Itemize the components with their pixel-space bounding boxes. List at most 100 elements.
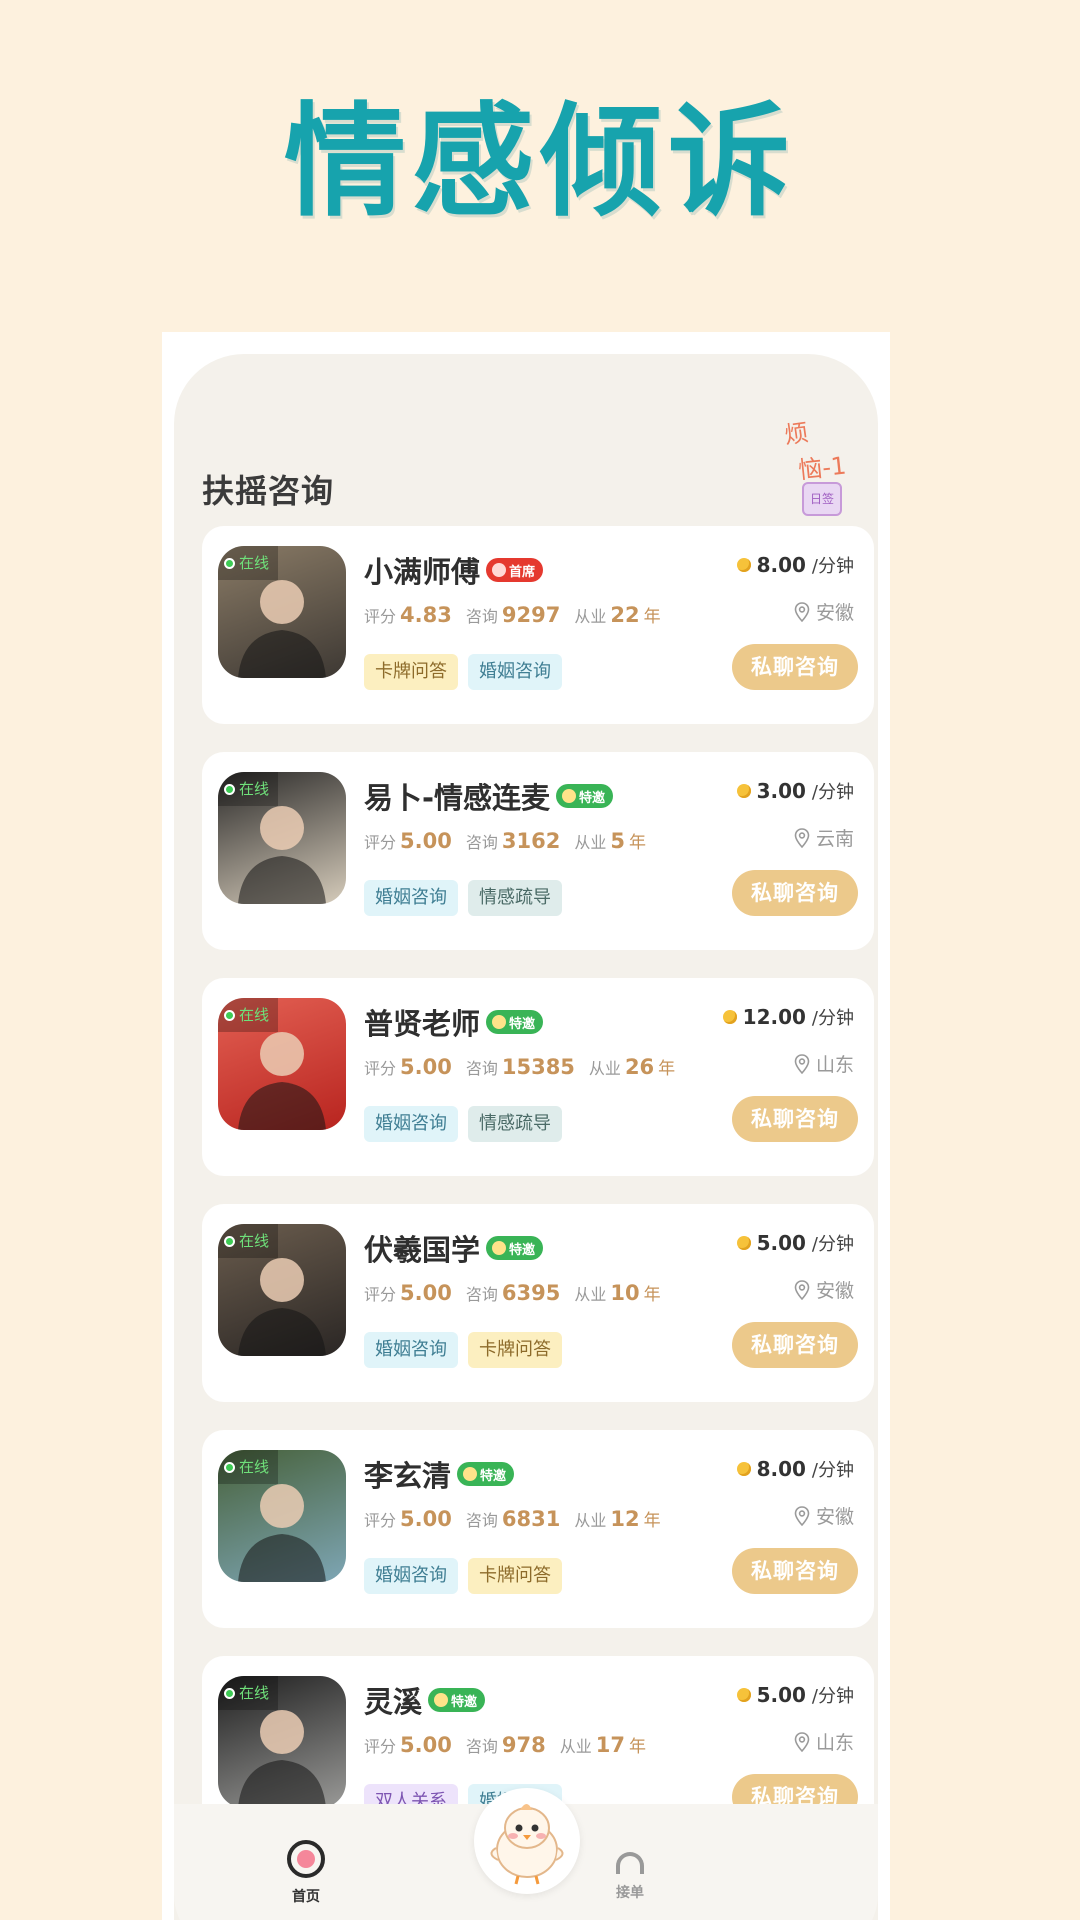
years-unit: 年 <box>643 1285 661 1305</box>
nav-home[interactable]: 首页 <box>266 1840 346 1906</box>
advisor-card[interactable]: 在线 小满师傅 首席 评分 4.83 咨询 9297 从业 22 年 卡牌问答 … <box>202 526 874 724</box>
private-chat-button[interactable]: 私聊咨询 <box>732 644 858 690</box>
online-label: 在线 <box>239 1232 270 1250</box>
badge-icon <box>434 1693 449 1707</box>
private-chat-button[interactable]: 私聊咨询 <box>732 1096 858 1142</box>
advisor-location: 云南 <box>794 824 854 851</box>
advisor-price: 8.00 /分钟 <box>736 1456 854 1482</box>
advisor-price: 5.00 /分钟 <box>736 1682 854 1708</box>
private-chat-button[interactable]: 私聊咨询 <box>732 1322 858 1368</box>
advisor-location: 安徽 <box>794 1502 854 1529</box>
coin-icon <box>736 1236 751 1250</box>
experience-value: 22 <box>610 603 640 627</box>
service-tag[interactable]: 情感疏导 <box>468 880 562 916</box>
location-text: 安徽 <box>815 1506 854 1528</box>
rating-label: 评分 <box>364 1285 397 1304</box>
coin-icon <box>736 1688 751 1702</box>
advisor-stats: 评分 5.00 咨询 6831 从业 12 年 <box>364 1506 671 1531</box>
advisor-price: 5.00 /分钟 <box>736 1230 854 1256</box>
service-tag[interactable]: 婚姻咨询 <box>364 1558 458 1594</box>
service-tag[interactable]: 婚姻咨询 <box>364 1106 458 1142</box>
online-indicator: 在线 <box>218 1450 278 1484</box>
rating-value: 4.83 <box>400 603 452 627</box>
private-chat-button[interactable]: 私聊咨询 <box>732 870 858 916</box>
consults-value: 6831 <box>501 1507 561 1531</box>
advisor-card[interactable]: 在线 伏羲国学 特邀 评分 5.00 咨询 6395 从业 10 年 婚姻咨询 … <box>202 1204 874 1402</box>
rating-value: 5.00 <box>400 1055 452 1079</box>
phone-screen: 扶摇咨询 烦 恼-1 日签 在线 小满师傅 首席 评分 4.83 咨询 9297… <box>162 332 890 1920</box>
location-pin-icon <box>794 601 810 622</box>
experience-value: 17 <box>595 1733 625 1757</box>
service-tag[interactable]: 婚姻咨询 <box>364 880 458 916</box>
advisor-stats: 评分 5.00 咨询 6395 从业 10 年 <box>364 1280 671 1305</box>
rating-value: 5.00 <box>400 829 452 853</box>
service-tag[interactable]: 婚姻咨询 <box>364 1332 458 1368</box>
content-panel: 扶摇咨询 烦 恼-1 日签 在线 小满师傅 首席 评分 4.83 咨询 9297… <box>174 354 878 1920</box>
coin-icon <box>736 1462 751 1476</box>
badge-label: 特邀 <box>480 1468 507 1484</box>
advisor-stats: 评分 5.00 咨询 978 从业 17 年 <box>364 1732 656 1757</box>
service-tag[interactable]: 婚姻咨询 <box>468 654 562 690</box>
advisor-name: 灵溪 <box>364 1685 423 1719</box>
consults-value: 15385 <box>501 1055 575 1079</box>
online-dot-icon <box>224 557 235 569</box>
price-unit: /分钟 <box>811 556 854 577</box>
advisor-badge: 特邀 <box>428 1688 486 1712</box>
advisor-name-row: 普贤老师 特邀 <box>364 1000 544 1044</box>
daily-sign-sticker[interactable]: 烦 恼-1 日签 <box>780 386 860 516</box>
private-chat-button[interactable]: 私聊咨询 <box>732 1548 858 1594</box>
coin-icon <box>736 784 751 798</box>
advisor-tags: 婚姻咨询 情感疏导 <box>364 880 562 916</box>
online-indicator: 在线 <box>218 1676 278 1710</box>
price-value: 12.00 <box>742 1005 806 1029</box>
rating-label: 评分 <box>364 607 397 626</box>
advisor-avatar[interactable]: 在线 <box>218 1224 346 1356</box>
advisor-avatar[interactable]: 在线 <box>218 772 346 904</box>
experience-label: 从业 <box>574 833 607 852</box>
calendar-icon: 日签 <box>802 482 842 516</box>
consults-value: 978 <box>501 1733 546 1757</box>
advisor-card[interactable]: 在线 易卜-情感连麦 特邀 评分 5.00 咨询 3162 从业 5 年 婚姻咨… <box>202 752 874 950</box>
coin-icon <box>722 1010 737 1024</box>
badge-label: 特邀 <box>509 1242 536 1258</box>
service-tag[interactable]: 卡牌问答 <box>468 1332 562 1368</box>
advisor-avatar[interactable]: 在线 <box>218 546 346 678</box>
service-tag[interactable]: 情感疏导 <box>468 1106 562 1142</box>
years-unit: 年 <box>658 1059 676 1079</box>
orders-icon <box>616 1852 644 1874</box>
rating-label: 评分 <box>364 1511 397 1530</box>
advisor-badge: 特邀 <box>457 1462 515 1486</box>
hero-title: 情感倾诉 <box>284 91 796 233</box>
advisor-badge: 特邀 <box>556 784 614 808</box>
mascot-button[interactable] <box>474 1788 580 1894</box>
advisor-price: 12.00 /分钟 <box>722 1004 854 1030</box>
nav-home-label: 首页 <box>292 1889 320 1905</box>
experience-label: 从业 <box>574 607 607 626</box>
service-tag[interactable]: 卡牌问答 <box>364 654 458 690</box>
advisor-location: 山东 <box>794 1050 854 1077</box>
location-pin-icon <box>794 1279 810 1300</box>
advisor-name-row: 伏羲国学 特邀 <box>364 1226 544 1270</box>
advisor-avatar[interactable]: 在线 <box>218 1450 346 1582</box>
advisor-avatar[interactable]: 在线 <box>218 1676 346 1808</box>
home-icon <box>287 1840 325 1878</box>
advisor-name: 伏羲国学 <box>364 1233 481 1267</box>
advisor-card[interactable]: 在线 李玄清 特邀 评分 5.00 咨询 6831 从业 12 年 婚姻咨询 卡… <box>202 1430 874 1628</box>
advisor-tags: 卡牌问答 婚姻咨询 <box>364 654 562 690</box>
advisor-avatar[interactable]: 在线 <box>218 998 346 1130</box>
years-unit: 年 <box>643 1511 661 1531</box>
advisor-location: 山东 <box>794 1728 854 1755</box>
online-dot-icon <box>224 1009 235 1021</box>
advisor-name-row: 李玄清 特邀 <box>364 1452 515 1496</box>
badge-icon <box>492 1015 507 1029</box>
advisor-tags: 婚姻咨询 卡牌问答 <box>364 1332 562 1368</box>
online-label: 在线 <box>239 554 270 572</box>
advisor-card[interactable]: 在线 普贤老师 特邀 评分 5.00 咨询 15385 从业 26 年 婚姻咨询… <box>202 978 874 1176</box>
sticker-text-1: 烦 <box>782 418 811 450</box>
advisor-name-row: 灵溪 特邀 <box>364 1678 486 1722</box>
nav-orders[interactable]: 接单 <box>590 1840 670 1902</box>
advisor-stats: 评分 5.00 咨询 15385 从业 26 年 <box>364 1054 685 1079</box>
badge-icon <box>463 1467 478 1481</box>
service-tag[interactable]: 卡牌问答 <box>468 1558 562 1594</box>
price-unit: /分钟 <box>811 1686 854 1707</box>
